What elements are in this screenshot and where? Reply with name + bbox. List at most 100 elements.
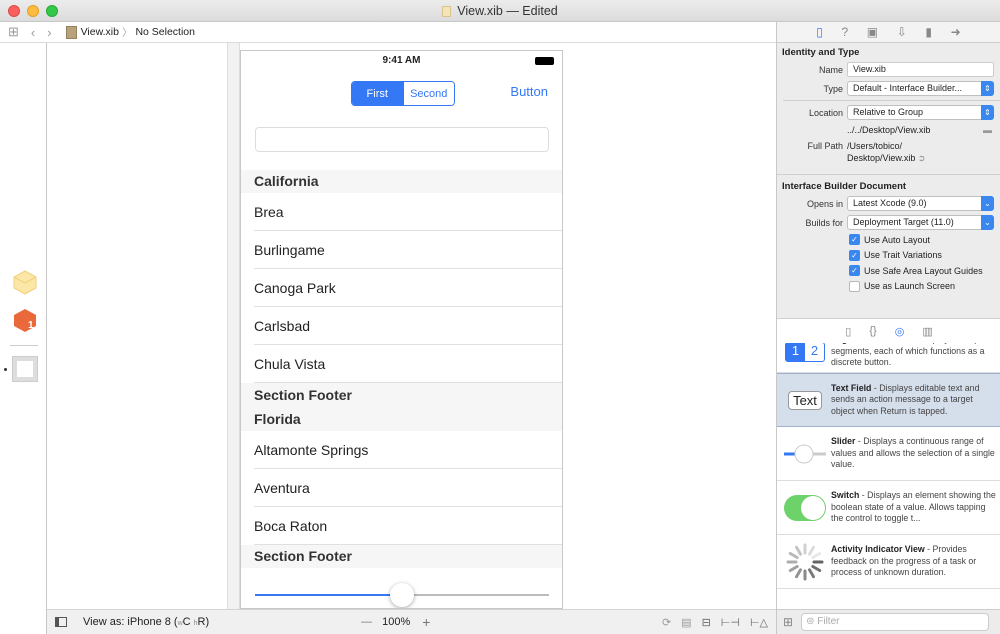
- library-item[interactable]: Switch - Displays an element showing the…: [777, 481, 1000, 535]
- object-library[interactable]: 12 Segmented Control - Displays multiple…: [777, 343, 1000, 609]
- checkbox-auto-layout[interactable]: ✓ Use Auto Layout: [777, 232, 1000, 248]
- reveal-arrow-icon[interactable]: ➲: [918, 153, 926, 163]
- document-icon: [442, 5, 452, 17]
- zoom-level: 100%: [382, 616, 411, 628]
- activity-indicator-icon: [783, 542, 827, 582]
- grid-view-icon[interactable]: ⊞: [783, 615, 793, 629]
- relative-path: ../../Desktop/View.xib: [847, 124, 931, 135]
- table-row[interactable]: Boca Raton: [241, 507, 562, 545]
- breadcrumb-file[interactable]: View.xib: [81, 26, 119, 38]
- embed-in-stack-icon[interactable]: ▤: [681, 616, 691, 629]
- segmented-control-icon: 12: [783, 343, 827, 362]
- forward-icon[interactable]: ›: [47, 25, 51, 40]
- segment-second[interactable]: Second: [402, 82, 454, 105]
- text-field[interactable]: [255, 127, 549, 152]
- location-popup[interactable]: Relative to Group ⇕: [847, 105, 994, 120]
- breadcrumb-separator: 〉: [121, 26, 133, 39]
- slider[interactable]: [255, 583, 549, 607]
- checkbox-launch-screen[interactable]: Use as Launch Screen: [777, 279, 1000, 295]
- iphone-view[interactable]: 9:41 AM First Second Button California B…: [240, 50, 563, 609]
- zoom-button[interactable]: [46, 5, 58, 17]
- inspector-tabs: ▯ ? ▣ ⇩ ▮ ➜: [777, 22, 1000, 43]
- table-row[interactable]: Aventura: [241, 469, 562, 507]
- file-template-icon[interactable]: ▯: [845, 325, 851, 338]
- table-row[interactable]: Carlsbad: [241, 307, 562, 345]
- first-responder-cube-icon[interactable]: 1: [12, 307, 38, 333]
- spinner-spoke: [788, 564, 799, 572]
- view-as-button[interactable]: View as: iPhone 8 (wC hR): [83, 616, 209, 628]
- library-item[interactable]: Text Text Field - Displays editable text…: [777, 373, 1000, 427]
- table-row[interactable]: Altamonte Springs: [241, 431, 562, 469]
- xib-file-icon: [65, 25, 77, 39]
- identity-inspector-icon[interactable]: ▣: [867, 25, 878, 39]
- svg-text:1: 1: [28, 320, 34, 331]
- toggle-outline-icon[interactable]: [55, 617, 67, 627]
- fullpath-line1: /Users/tobico/: [847, 140, 903, 151]
- section-header: Florida: [241, 408, 562, 431]
- segment-first[interactable]: First: [352, 82, 403, 105]
- folder-icon[interactable]: ▬: [983, 125, 992, 135]
- dock-divider: [10, 345, 38, 346]
- section-title: Identity and Type: [782, 47, 860, 58]
- section-footer: Section Footer: [241, 545, 562, 568]
- slider-thumb[interactable]: [390, 583, 414, 607]
- document-outline-dock: 1: [0, 43, 47, 634]
- object-library-icon[interactable]: ◎: [895, 325, 905, 338]
- table-row[interactable]: Chula Vista: [241, 345, 562, 383]
- attributes-inspector-icon[interactable]: ⇩: [897, 25, 907, 39]
- related-items-icon[interactable]: ⊞: [8, 24, 19, 40]
- jump-bar: ⊞ ‹ › View.xib 〉 No Selection: [0, 22, 776, 43]
- nav-button[interactable]: Button: [510, 84, 548, 99]
- filter-icon: ⊜: [806, 616, 815, 627]
- spinner-spoke: [808, 567, 815, 578]
- spinner-spoke: [811, 564, 822, 572]
- title-bar: View.xib — Edited: [0, 0, 1000, 22]
- media-library-icon[interactable]: ▥: [922, 325, 932, 338]
- placeholder-cube-icon[interactable]: [12, 269, 38, 295]
- canvas-bottom-bar: View as: iPhone 8 (wC hR) — 100% + ⟳ ▤ ⊟…: [47, 609, 776, 634]
- minimize-button[interactable]: [27, 5, 39, 17]
- window-title: View.xib — Edited: [457, 4, 558, 18]
- breadcrumb-selection[interactable]: No Selection: [135, 26, 195, 38]
- spinner-spoke: [795, 567, 802, 578]
- align-icon[interactable]: ⊟: [702, 616, 711, 629]
- location-label: Location: [808, 107, 843, 118]
- view-icon[interactable]: [12, 356, 38, 382]
- filter-input[interactable]: ⊜ Filter: [801, 613, 990, 631]
- spinner-spoke: [811, 551, 822, 559]
- file-inspector-icon[interactable]: ▯: [816, 25, 823, 39]
- spinner-spoke: [808, 545, 815, 556]
- code-snippet-icon[interactable]: {}: [869, 325, 876, 337]
- opens-in-label: Opens in: [806, 198, 843, 209]
- builds-for-popup[interactable]: Deployment Target (11.0) ⌄: [847, 215, 994, 230]
- close-button[interactable]: [8, 5, 20, 17]
- section-footer: Section Footer: [241, 383, 562, 408]
- name-field[interactable]: View.xib: [847, 62, 994, 77]
- zoom-out-button[interactable]: —: [361, 616, 372, 628]
- library-item[interactable]: 12 Segmented Control - Displays multiple…: [777, 343, 1000, 373]
- table-row[interactable]: Burlingame: [241, 231, 562, 269]
- type-popup[interactable]: Default - Interface Builder... ⇕: [847, 81, 994, 96]
- back-icon[interactable]: ‹: [31, 25, 35, 40]
- table-view[interactable]: California Brea Burlingame Canoga Park C…: [241, 170, 562, 568]
- library-item[interactable]: Slider - Displays a continuous range of …: [777, 427, 1000, 481]
- checkbox-trait-variations[interactable]: ✓ Use Trait Variations: [777, 248, 1000, 264]
- update-frames-icon[interactable]: ⟳: [662, 616, 671, 629]
- resolve-issues-icon[interactable]: ⊢△: [750, 616, 768, 629]
- table-row[interactable]: Canoga Park: [241, 269, 562, 307]
- inspector-panel: ▯ ? ▣ ⇩ ▮ ➜ Identity and Type Name View.x…: [776, 22, 1000, 634]
- opens-in-popup[interactable]: Latest Xcode (9.0) ⌄: [847, 196, 994, 211]
- name-label: Name: [818, 64, 843, 75]
- checkbox-safe-area[interactable]: ✓ Use Safe Area Layout Guides: [777, 263, 1000, 279]
- size-inspector-icon[interactable]: ▮: [925, 25, 932, 39]
- selection-dot: [4, 368, 7, 371]
- slider-fill: [255, 594, 402, 596]
- zoom-in-button[interactable]: +: [422, 614, 430, 630]
- table-row[interactable]: Brea: [241, 193, 562, 231]
- segmented-control[interactable]: First Second: [351, 81, 455, 106]
- library-item[interactable]: Activity Indicator View - Provides feedb…: [777, 535, 1000, 589]
- connections-inspector-icon[interactable]: ➜: [951, 25, 961, 39]
- quick-help-icon[interactable]: ?: [842, 25, 849, 39]
- spinner-spoke: [788, 551, 799, 559]
- pin-icon[interactable]: ⊢⊣: [721, 616, 740, 629]
